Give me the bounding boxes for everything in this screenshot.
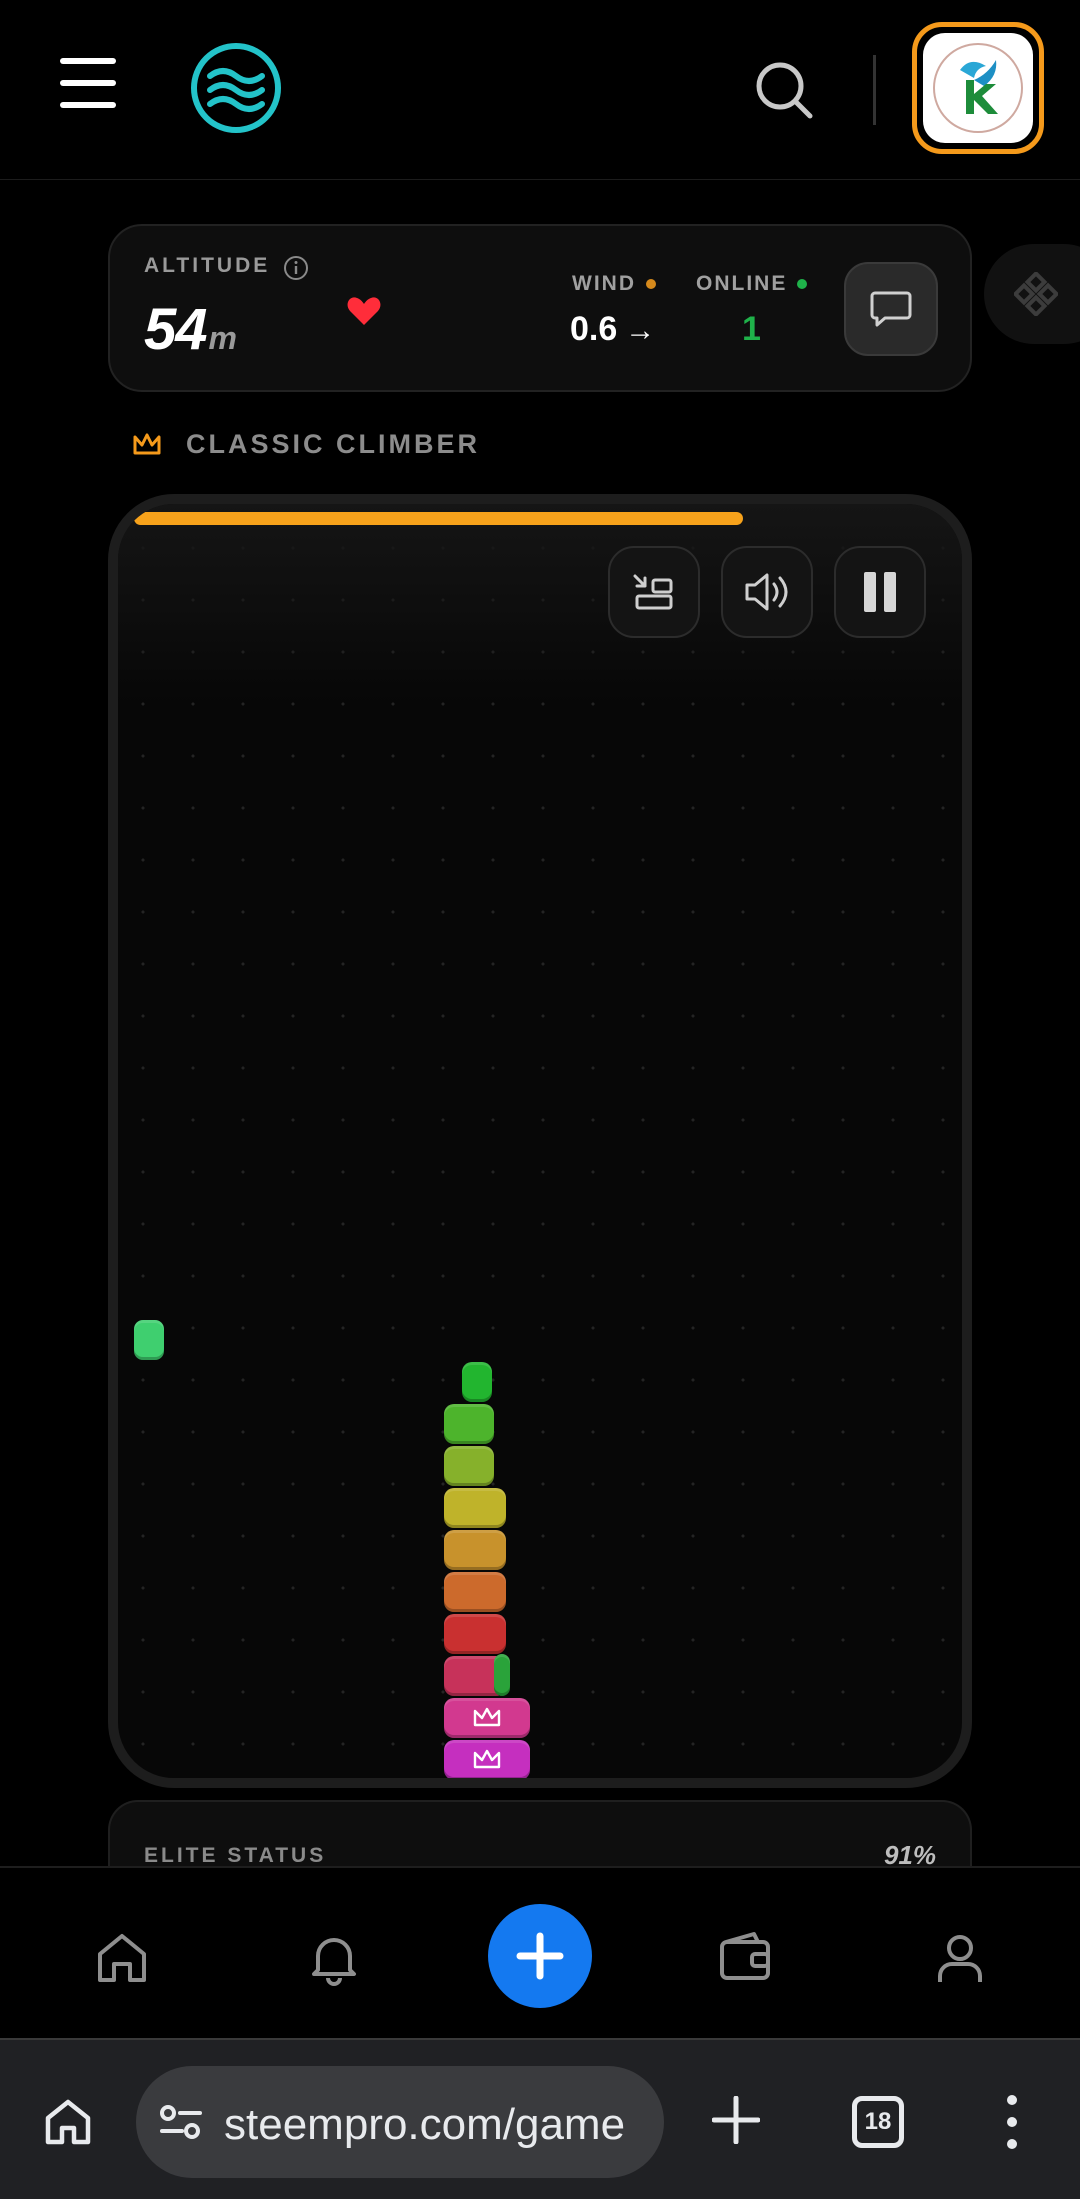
crown-icon	[133, 433, 161, 455]
browser-toolbar: steempro.com/game 18	[0, 2038, 1080, 2199]
wind-label: WIND	[572, 272, 656, 296]
tower-block	[444, 1404, 494, 1444]
tower-block	[444, 1530, 506, 1570]
tower-block	[444, 1446, 494, 1486]
altitude-progress-bar	[134, 512, 743, 525]
moving-block	[134, 1320, 164, 1360]
info-icon[interactable]	[282, 254, 310, 282]
tower-block-base	[444, 1698, 530, 1738]
tower-block-base	[444, 1740, 530, 1778]
tower-block	[444, 1488, 506, 1528]
heart-icon	[347, 297, 381, 325]
pause-button[interactable]	[834, 546, 926, 638]
sound-button[interactable]	[721, 546, 813, 638]
altitude-label: ALTITUDE	[144, 254, 271, 277]
binance-diamond-icon	[1014, 272, 1058, 316]
wallet-icon[interactable]	[716, 1928, 776, 1988]
wind-number: 0.6	[570, 310, 618, 348]
wind-label-text: WIND	[572, 272, 636, 295]
crown-icon	[473, 1749, 501, 1769]
wind-indicator-dot	[646, 279, 656, 290]
swap-icon	[633, 574, 673, 610]
online-count: 1	[742, 310, 761, 348]
bell-icon[interactable]	[304, 1928, 364, 1988]
site-settings-icon[interactable]	[158, 2102, 204, 2142]
wind-arrow-icon: →	[625, 314, 656, 347]
elite-status-label: ELITE STATUS	[144, 1844, 327, 1867]
hamburger-icon[interactable]	[60, 58, 116, 108]
chat-button[interactable]	[844, 262, 938, 356]
url-text: steempro.com/game	[224, 2100, 626, 2149]
online-label-text: ONLINE	[696, 272, 788, 295]
waves-logo-icon[interactable]	[190, 42, 282, 134]
more-menu-icon[interactable]	[994, 2092, 1030, 2152]
tower-block	[462, 1362, 492, 1402]
side-widget[interactable]	[984, 244, 1080, 344]
profile-icon[interactable]	[930, 1928, 990, 1988]
search-icon[interactable]	[752, 58, 816, 122]
swap-view-button[interactable]	[608, 546, 700, 638]
home-icon[interactable]	[92, 1928, 152, 1988]
chat-icon	[870, 291, 912, 327]
game-mode-label: CLASSIC CLIMBER	[186, 428, 480, 459]
pause-icon	[864, 572, 896, 612]
browser-home-icon[interactable]	[42, 2096, 94, 2148]
new-tab-icon[interactable]	[712, 2096, 760, 2144]
tower-block	[444, 1614, 506, 1654]
sound-icon	[745, 573, 788, 611]
add-button[interactable]	[488, 1904, 592, 2008]
tower-block-sliver	[494, 1654, 510, 1696]
address-bar[interactable]: steempro.com/game	[136, 2066, 664, 2178]
stats-card: ALTITUDE 54m WIND 0.6 → ONLINE 1	[108, 224, 972, 392]
online-label: ONLINE	[696, 272, 808, 296]
header-divider	[873, 55, 876, 125]
game-board[interactable]	[108, 494, 972, 1788]
tab-switcher-button[interactable]: 18	[852, 2096, 904, 2148]
tower-block	[444, 1572, 506, 1612]
hummingbird-logo-icon	[933, 43, 1023, 133]
altitude-number: 54	[144, 297, 208, 362]
top-app-bar	[0, 0, 1080, 180]
avatar[interactable]	[912, 22, 1044, 154]
crown-icon	[473, 1707, 501, 1727]
online-indicator-dot	[797, 279, 808, 290]
wind-value: 0.6 →	[570, 310, 655, 349]
altitude-value: 54m	[144, 296, 237, 363]
game-mode-row: CLASSIC CLIMBER	[132, 424, 480, 464]
altitude-unit: m	[208, 320, 237, 356]
add-icon	[516, 1932, 564, 1980]
bottom-navigation	[0, 1866, 1080, 2038]
